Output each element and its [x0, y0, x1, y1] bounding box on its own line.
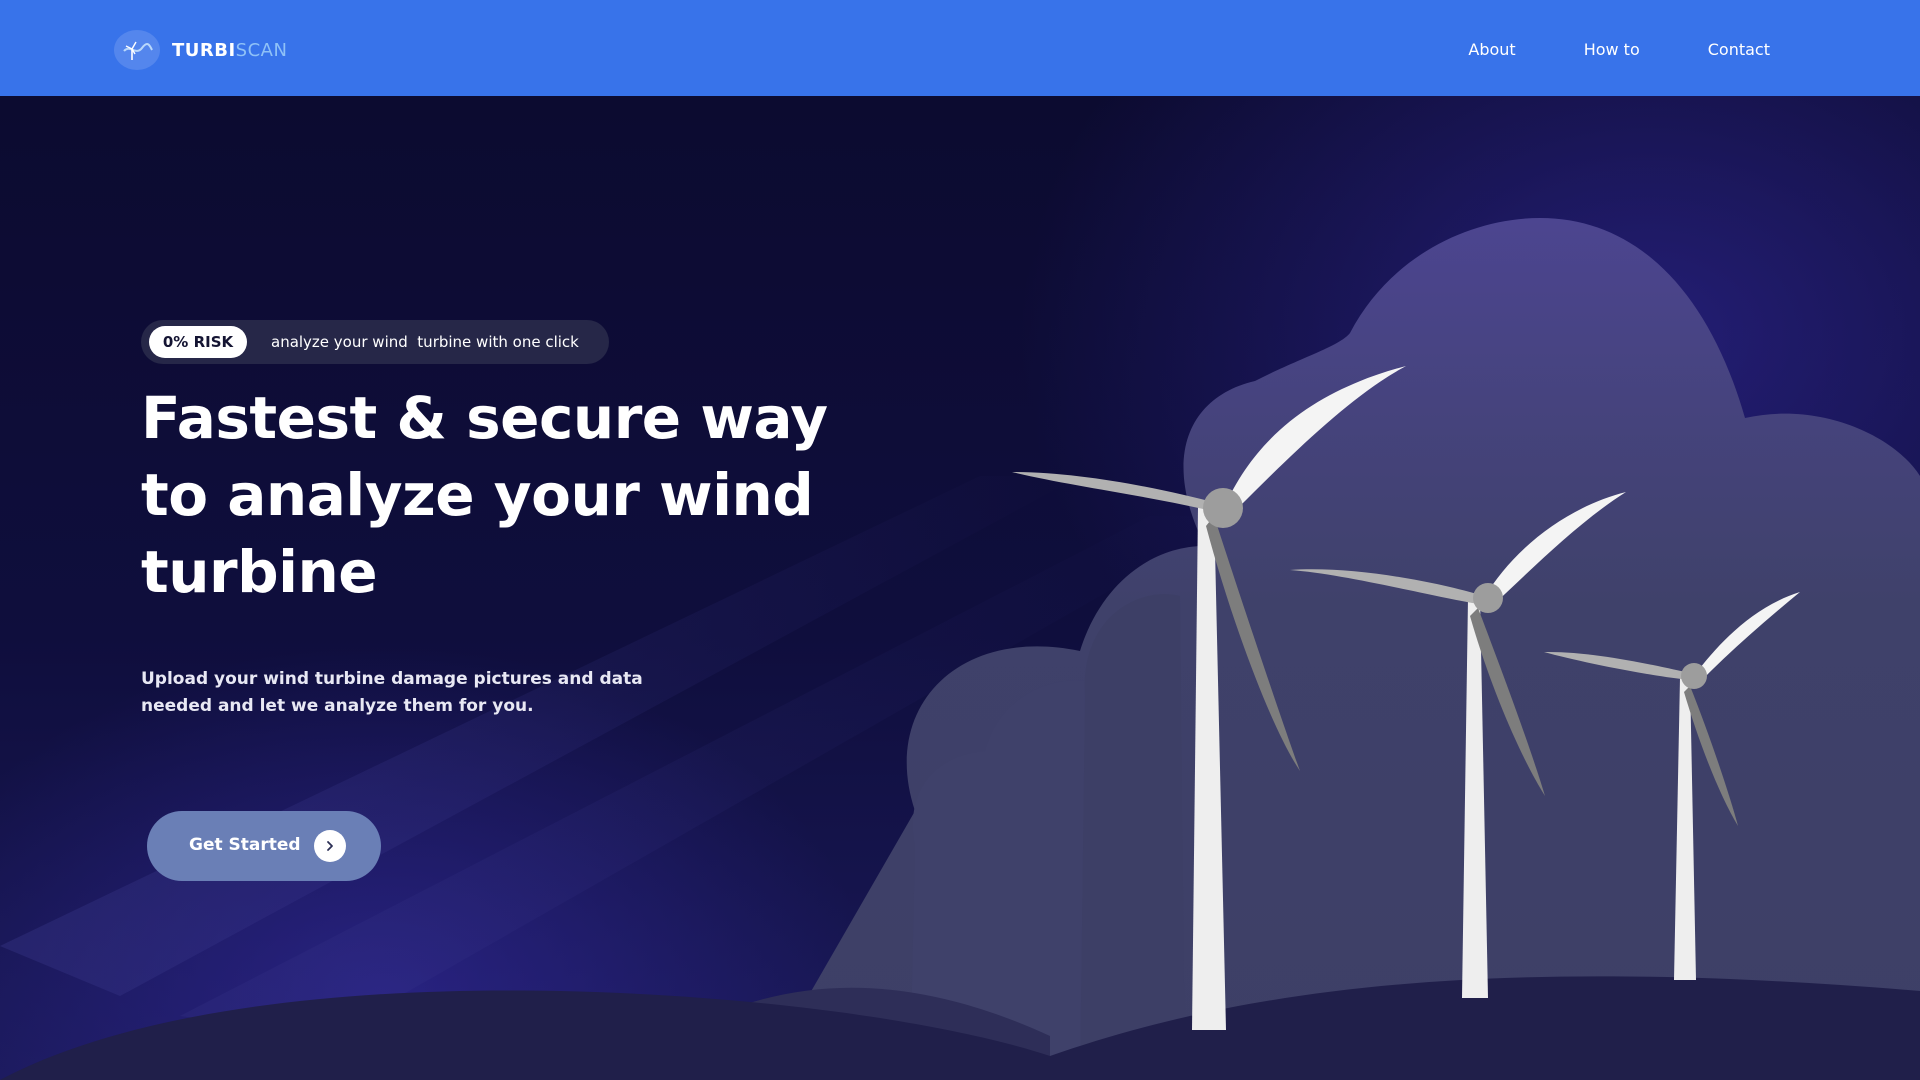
- hero-headline: Fastest & secure way to analyze your win…: [141, 384, 828, 606]
- cloud-lobe: [1080, 594, 1185, 1080]
- nav-link-contact[interactable]: Contact: [1708, 40, 1770, 59]
- get-started-button[interactable]: Get Started: [147, 811, 381, 881]
- brand-name-primary: TURBI: [172, 39, 236, 61]
- chevron-right-icon: [314, 830, 346, 862]
- wind-turbine-icon: [114, 30, 160, 70]
- brand-logo[interactable]: TURBISCAN: [114, 30, 287, 70]
- get-started-label: Get Started: [189, 835, 301, 855]
- feature-tagline: analyze your wind turbine with one click: [271, 333, 579, 351]
- feature-pill: 0% RISK analyze your wind turbine with o…: [141, 320, 609, 364]
- hero-section: 0% RISK analyze your wind turbine with o…: [0, 96, 1920, 1080]
- risk-badge: 0% RISK: [149, 326, 247, 358]
- brand-name-secondary: SCAN: [235, 39, 288, 61]
- top-navbar: TURBISCAN About How to Contact: [0, 0, 1920, 96]
- brand-name: TURBISCAN: [172, 40, 287, 61]
- main-nav: About How to Contact: [1400, 40, 1770, 59]
- hero-description: Upload your wind turbine damage pictures…: [141, 669, 643, 716]
- nav-link-how-to[interactable]: How to: [1584, 40, 1640, 59]
- nav-link-about[interactable]: About: [1468, 40, 1515, 59]
